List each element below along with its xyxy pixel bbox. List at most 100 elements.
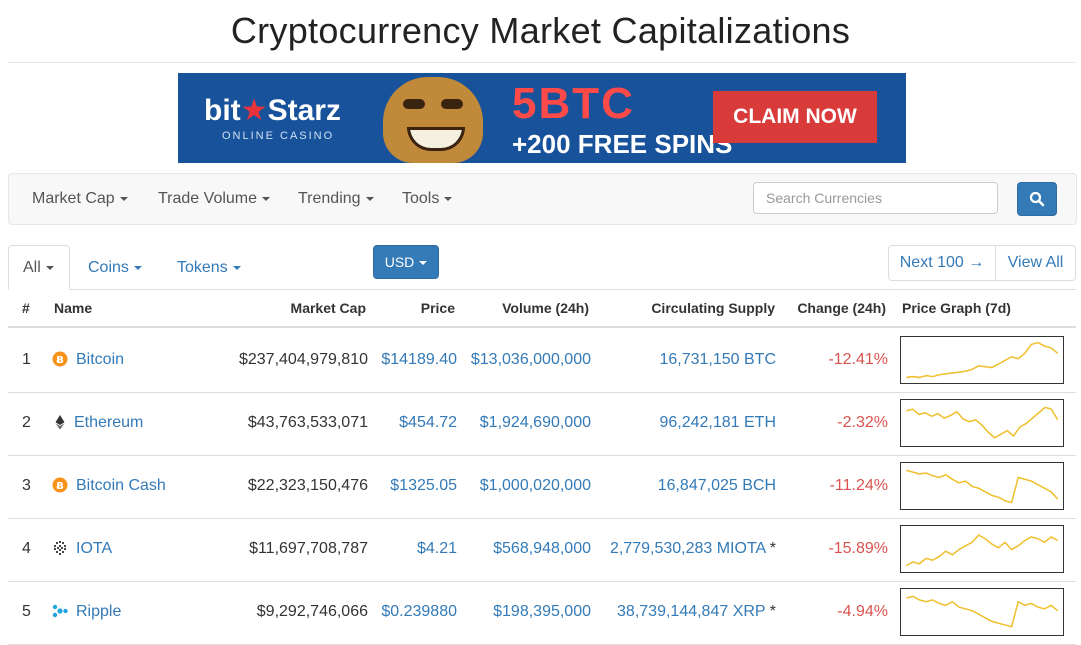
table-row: 5 Ripple $9,292,746,066 $0.239880 $198,395,0… (8, 581, 1076, 645)
next-100-button[interactable]: Next 100 → (888, 245, 996, 281)
price-link[interactable]: $1325.05 (372, 477, 457, 495)
change-value: -2.32% (837, 414, 888, 431)
column-header-volume[interactable]: Volume (24h) (458, 300, 589, 316)
column-header-price[interactable]: Price (374, 300, 455, 316)
ad-brand: bit★Starz (204, 94, 341, 127)
supply-link[interactable]: 16,847,025 BCH (658, 477, 776, 494)
volume-link[interactable]: $1,000,020,000 (458, 477, 591, 495)
market-cap-value: $9,292,746,066 (256, 603, 368, 620)
mask-eye (441, 99, 463, 109)
market-cap-value: $11,697,708,787 (249, 540, 368, 557)
volume-link[interactable]: $568,948,000 (458, 540, 591, 558)
ad-offer: 5BTC (512, 79, 635, 128)
mask-grin (407, 127, 465, 151)
nav-market-cap[interactable]: Market Cap (32, 190, 128, 208)
change-value: -11.24% (829, 477, 888, 494)
row-rank: 2 (22, 414, 31, 431)
market-cap-value: $22,323,150,476 (247, 477, 368, 494)
ad-banner[interactable]: bit★Starz ONLINE CASINO 5BTC +200 FREE S… (178, 73, 906, 163)
nav-trade-volume[interactable]: Trade Volume (158, 190, 271, 208)
table-row: 2 Ethereum $43,763,533,071 $454.72 $1,924,69… (8, 392, 1076, 456)
price-graph-7d[interactable] (900, 525, 1064, 573)
column-header-price-graph: Price Graph (7d) (902, 300, 1011, 316)
table-row: 1 Ƀ Bitcoin $237,404,979,810 $14189.40 $13,03… (8, 329, 1076, 393)
svg-text:Ƀ: Ƀ (56, 481, 64, 492)
view-all-button[interactable]: View All (995, 245, 1076, 281)
coin-name-link[interactable]: Ethereum (74, 414, 143, 432)
coin-name-link[interactable]: IOTA (76, 540, 112, 558)
row-rank: 5 (22, 603, 31, 620)
caret-down-icon (419, 261, 428, 266)
caret-down-icon (365, 196, 374, 201)
column-header-change[interactable]: Change (24h) (780, 300, 886, 316)
supply-link[interactable]: 16,731,150 BTC (659, 351, 776, 368)
ad-brand-subtitle: ONLINE CASINO (222, 130, 335, 142)
price-graph-7d[interactable] (900, 336, 1064, 384)
ethereum-icon (55, 415, 65, 430)
supply-link[interactable]: 96,242,181 ETH (659, 414, 776, 431)
table-row: 3 Ƀ Bitcoin Cash $22,323,150,476 $1325.05 $1,… (8, 455, 1076, 519)
coin-name-link[interactable]: Bitcoin Cash (76, 477, 166, 495)
claim-now-button[interactable]: CLAIM NOW (713, 91, 877, 143)
row-rank: 1 (22, 351, 31, 368)
tabs-divider (8, 289, 1076, 290)
nav-trending[interactable]: Trending (298, 190, 374, 208)
caret-down-icon (45, 265, 54, 270)
column-header-market-cap[interactable]: Market Cap (226, 300, 366, 316)
supply-footnote: * (769, 540, 776, 557)
column-header-supply[interactable]: Circulating Supply (600, 300, 775, 316)
svg-text:Ƀ: Ƀ (56, 355, 64, 366)
coin-name-link[interactable]: Ripple (76, 603, 121, 621)
price-graph-7d[interactable] (900, 462, 1064, 510)
price-graph-7d[interactable] (900, 588, 1064, 636)
column-header-name[interactable]: Name (54, 300, 92, 316)
tab-all[interactable]: All (8, 245, 70, 290)
tab-coins[interactable]: Coins (88, 259, 142, 277)
column-header-rank[interactable]: # (22, 300, 30, 316)
caret-down-icon (133, 265, 142, 270)
price-sparkline (906, 469, 1059, 504)
coin-name-link[interactable]: Bitcoin (76, 351, 124, 369)
volume-link[interactable]: $198,395,000 (458, 603, 591, 621)
tiki-mask-image (383, 77, 483, 163)
caret-down-icon (262, 196, 271, 201)
price-sparkline (906, 595, 1059, 628)
price-sparkline (906, 341, 1059, 379)
bitcoin-icon: Ƀ (52, 351, 68, 367)
row-rank: 4 (22, 540, 31, 557)
price-graph-7d[interactable] (900, 399, 1064, 447)
caret-down-icon (232, 265, 241, 270)
price-link[interactable]: $4.21 (372, 540, 457, 558)
tab-tokens[interactable]: Tokens (177, 259, 241, 277)
supply-link[interactable]: 2,779,530,283 MIOTA (610, 540, 765, 557)
iota-icon (53, 540, 67, 556)
search-input[interactable] (753, 182, 998, 214)
price-link[interactable]: $14189.40 (372, 351, 457, 369)
nav-tools[interactable]: Tools (402, 190, 453, 208)
ad-spins: +200 FREE SPINS (512, 129, 733, 159)
caret-down-icon (119, 196, 128, 201)
ripple-icon (52, 604, 68, 618)
bitcoin-cash-icon: Ƀ (52, 477, 68, 493)
row-rank: 3 (22, 477, 31, 494)
search-icon (1029, 191, 1045, 207)
page-title: Cryptocurrency Market Capitalizations (230, 10, 851, 51)
supply-link[interactable]: 38,739,144,847 XRP (617, 603, 765, 620)
volume-link[interactable]: $1,924,690,000 (458, 414, 591, 432)
change-value: -4.94% (837, 603, 888, 620)
currency-select[interactable]: USD (373, 245, 439, 279)
title-divider (8, 62, 1076, 63)
change-value: -15.89% (828, 540, 888, 557)
mask-eye (403, 99, 425, 109)
search-button[interactable] (1017, 182, 1057, 216)
volume-link[interactable]: $13,036,000,000 (458, 351, 591, 369)
navbar: Market Cap Trade Volume Trending Tools (8, 173, 1077, 225)
price-link[interactable]: $454.72 (372, 414, 457, 432)
price-sparkline (906, 406, 1059, 439)
price-link[interactable]: $0.239880 (372, 603, 457, 621)
market-cap-value: $237,404,979,810 (238, 351, 368, 368)
caret-down-icon (444, 196, 453, 201)
table-row: 4 IOTA $11,697,708,787 $4.21 $568,948,000 2,7… (8, 518, 1076, 582)
star-icon: ★ (240, 94, 268, 127)
change-value: -12.41% (828, 351, 888, 368)
